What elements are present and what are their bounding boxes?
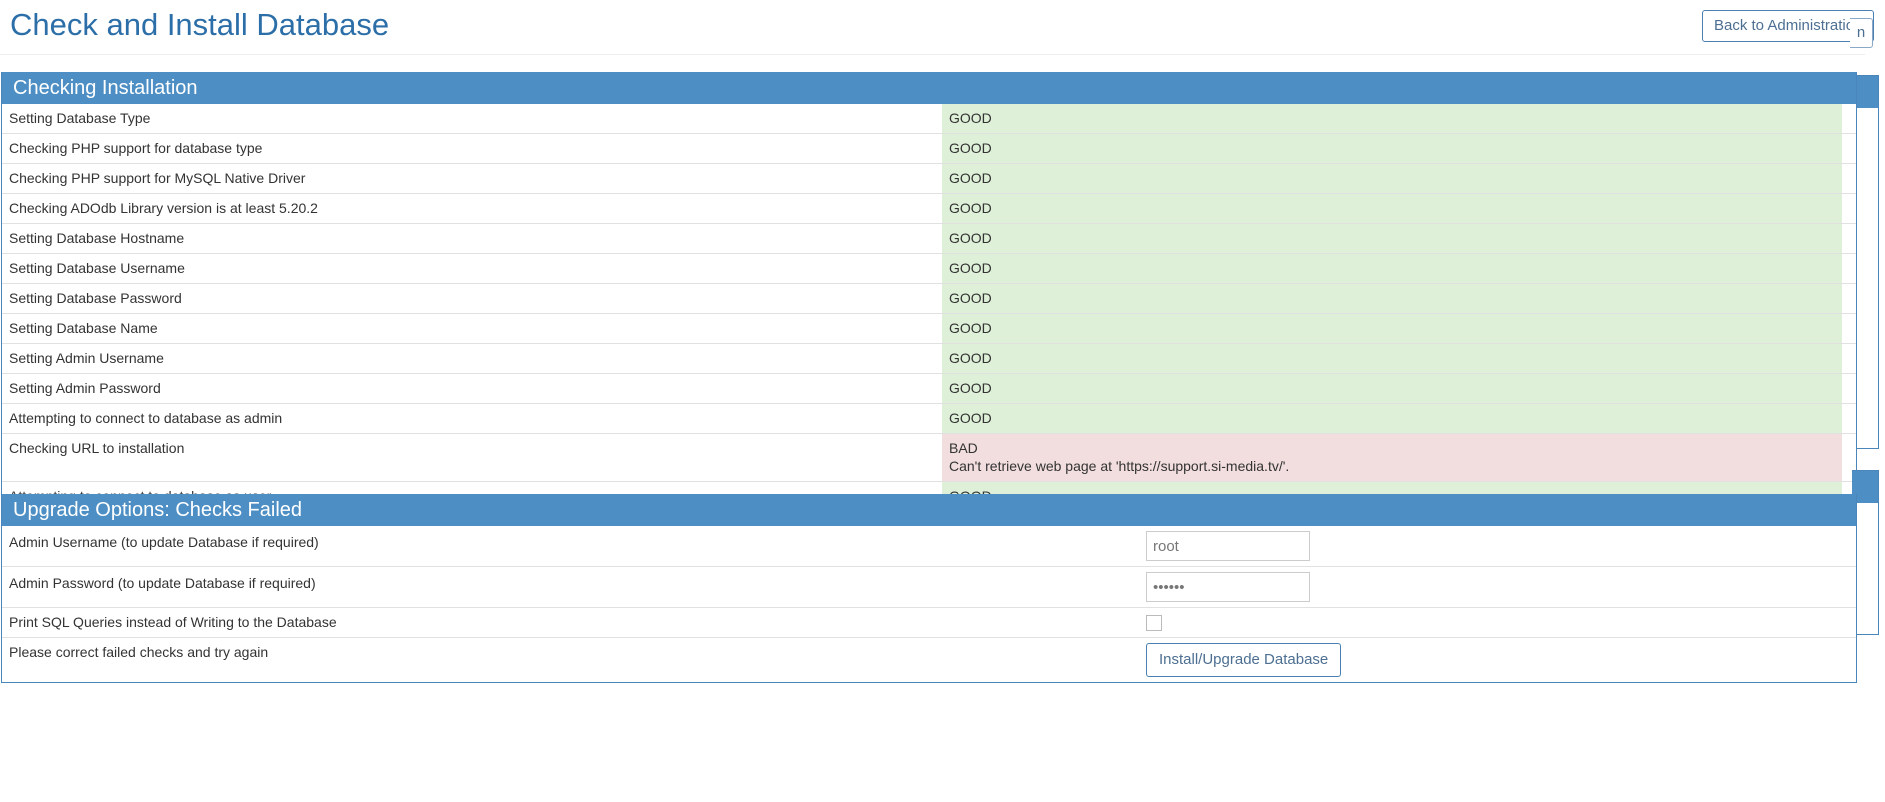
admin-password-label: Admin Password (to update Database if re… — [2, 566, 1139, 608]
upgrade-options-panel: Upgrade Options: Checks Failed Admin Use… — [1, 494, 1857, 683]
check-label: Attempting to connect to database as adm… — [2, 403, 942, 434]
status-text: GOOD — [949, 260, 992, 276]
print-sql-checkbox[interactable] — [1146, 615, 1162, 631]
check-row: Setting Database Password GOOD — [2, 283, 1856, 314]
check-label: Checking ADOdb Library version is at lea… — [2, 193, 942, 224]
overlapped-button-fragment[interactable]: n — [1850, 18, 1873, 48]
check-row: Setting Database Type GOOD — [2, 104, 1856, 134]
status-good: GOOD — [942, 283, 1842, 314]
check-label-text: Setting Database Name — [9, 320, 158, 336]
check-label-text: Setting Admin Username — [9, 350, 164, 366]
check-row: Setting Database Username GOOD — [2, 253, 1856, 284]
admin-password-row: Admin Password (to update Database if re… — [2, 566, 1856, 608]
status-good: GOOD — [942, 133, 1842, 164]
status-good: GOOD — [942, 313, 1842, 344]
page-title: Check and Install Database — [10, 7, 390, 42]
admin-username-row: Admin Username (to update Database if re… — [2, 526, 1856, 567]
status-good: GOOD — [942, 163, 1842, 194]
check-label: Checking PHP support for MySQL Native Dr… — [2, 163, 942, 194]
row-filler — [1842, 104, 1856, 134]
row-filler — [1842, 133, 1856, 164]
row-filler — [1842, 283, 1856, 314]
status-good: GOOD — [942, 253, 1842, 284]
status-text: GOOD — [949, 140, 992, 156]
check-label: Setting Database Name — [2, 313, 942, 344]
check-label-text: Setting Admin Password — [9, 380, 161, 396]
admin-password-input[interactable] — [1146, 572, 1310, 602]
correct-failed-label: Please correct failed checks and try aga… — [2, 637, 1139, 682]
upgrade-options-table: Admin Username (to update Database if re… — [2, 526, 1856, 682]
check-row: Checking URL to installation BAD Can't ret… — [2, 433, 1856, 482]
back-to-administration-button[interactable]: Back to Administration — [1702, 10, 1875, 42]
admin-username-input[interactable] — [1146, 531, 1310, 561]
check-row: Setting Database Name GOOD — [2, 313, 1856, 344]
status-text: GOOD — [949, 170, 992, 186]
checking-installation-heading: Checking Installation — [2, 72, 1856, 104]
check-label-text: Checking PHP support for MySQL Native Dr… — [9, 170, 306, 186]
check-label: Setting Database Type — [2, 104, 942, 134]
check-label: Checking PHP support for database type — [2, 133, 942, 164]
status-good: GOOD — [942, 193, 1842, 224]
admin-username-cell — [1139, 526, 1856, 567]
status-text: GOOD — [949, 350, 992, 366]
print-sql-label: Print SQL Queries instead of Writing to … — [2, 607, 1139, 638]
row-filler — [1842, 403, 1856, 434]
submit-cell: Install/Upgrade Database — [1139, 637, 1856, 682]
status-text: GOOD — [949, 290, 992, 306]
status-detail-text: Can't retrieve web page at 'https://supp… — [949, 458, 1290, 474]
status-good: GOOD — [942, 223, 1842, 254]
check-label-text: Checking ADOdb Library version is at lea… — [9, 200, 318, 216]
admin-username-label: Admin Username (to update Database if re… — [9, 534, 319, 550]
check-row: Setting Database Hostname GOOD — [2, 223, 1856, 254]
status-good: GOOD — [942, 373, 1842, 404]
row-filler — [1842, 313, 1856, 344]
status-text: GOOD — [949, 320, 992, 336]
print-sql-cell — [1139, 607, 1856, 638]
row-filler — [1842, 163, 1856, 194]
row-filler — [1842, 373, 1856, 404]
check-label-text: Setting Database Hostname — [9, 230, 185, 246]
status-text: GOOD — [949, 410, 992, 426]
status-good: GOOD — [942, 343, 1842, 374]
status-good: GOOD — [942, 104, 1842, 134]
check-label-text: Setting Database Password — [9, 290, 182, 306]
checks-table: Setting Database Type GOOD Checking PHP su… — [2, 104, 1856, 559]
check-label: Setting Admin Password — [2, 373, 942, 404]
admin-password-cell — [1139, 566, 1856, 608]
checking-installation-panel: Checking Installation Setting Database T… — [1, 72, 1857, 560]
check-label: Setting Database Password — [2, 283, 942, 314]
row-filler — [1842, 253, 1856, 284]
check-label-text: Checking PHP support for database type — [9, 140, 263, 156]
check-label-text: Setting Database Type — [9, 110, 151, 126]
check-row: Checking ADOdb Library version is at lea… — [2, 193, 1856, 224]
status-text: GOOD — [949, 110, 992, 126]
check-label: Setting Admin Username — [2, 343, 942, 374]
submit-row: Please correct failed checks and try aga… — [2, 637, 1856, 682]
status-text: GOOD — [949, 380, 992, 396]
check-row: Checking PHP support for database type GO… — [2, 133, 1856, 164]
check-label-text: Checking URL to installation — [9, 440, 185, 456]
page: Check and Install Database Back to Admin… — [0, 0, 1885, 802]
check-row: Setting Admin Username GOOD — [2, 343, 1856, 374]
row-filler — [1842, 223, 1856, 254]
status-good: GOOD — [942, 403, 1842, 434]
row-filler — [1842, 193, 1856, 224]
upgrade-options-heading: Upgrade Options: Checks Failed — [2, 494, 1856, 526]
check-row: Checking PHP support for MySQL Native Dr… — [2, 163, 1856, 194]
status-bad: BAD Can't retrieve web page at 'https://s… — [942, 433, 1842, 482]
row-filler — [1842, 343, 1856, 374]
check-row: Attempting to connect to database as adm… — [2, 403, 1856, 434]
status-text: BAD — [949, 440, 978, 456]
check-label-text: Attempting to connect to database as adm… — [9, 410, 283, 426]
check-row: Setting Admin Password GOOD — [2, 373, 1856, 404]
check-label: Setting Database Hostname — [2, 223, 942, 254]
print-sql-row: Print SQL Queries instead of Writing to … — [2, 607, 1856, 638]
status-text: GOOD — [949, 200, 992, 216]
check-label-text: Setting Database Username — [9, 260, 185, 276]
check-label: Checking URL to installation — [2, 433, 942, 482]
page-header: Check and Install Database Back to Admin… — [0, 0, 1875, 55]
install-upgrade-database-button[interactable]: Install/Upgrade Database — [1146, 643, 1342, 677]
check-label: Setting Database Username — [2, 253, 942, 284]
status-text: GOOD — [949, 230, 992, 246]
